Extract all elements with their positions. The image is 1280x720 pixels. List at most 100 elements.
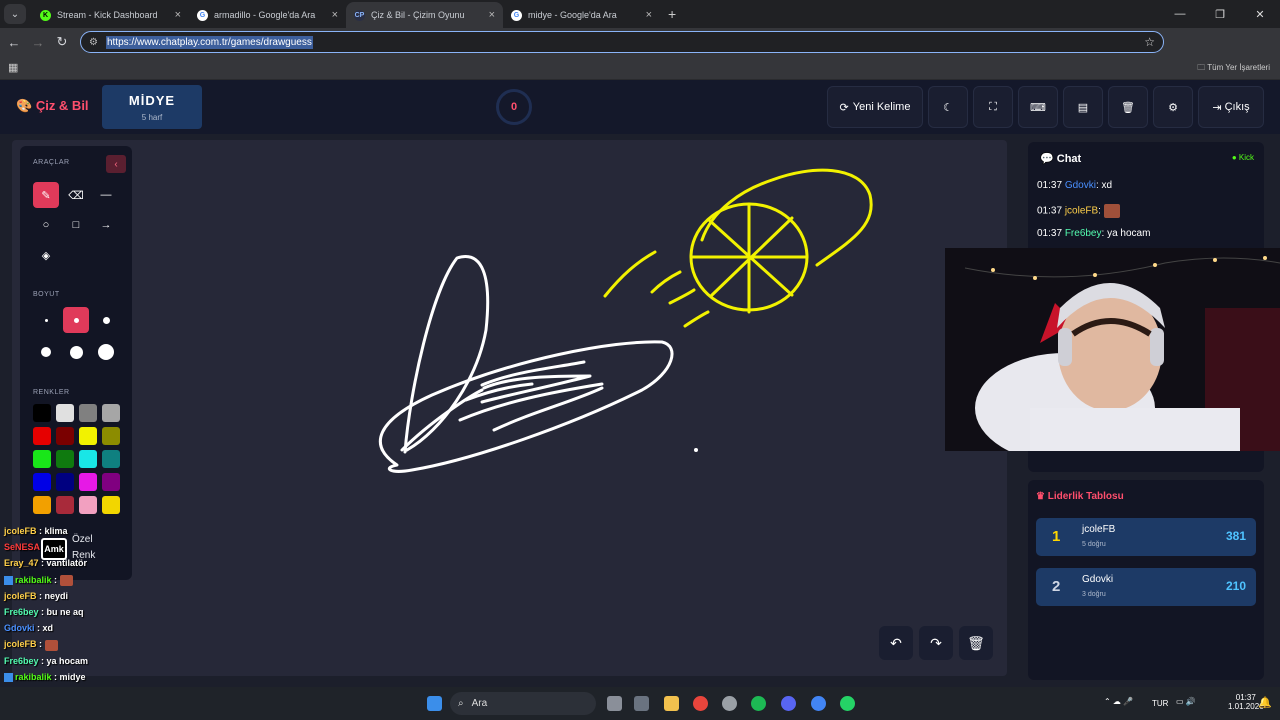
color-swatch[interactable] <box>33 427 51 445</box>
chat-user[interactable]: Fre6bey <box>1065 228 1102 239</box>
size-2-button[interactable] <box>63 307 89 333</box>
overlay-message: jcoleFB : <box>4 639 58 651</box>
color-swatch[interactable] <box>102 450 120 468</box>
new-tab-button[interactable]: + <box>668 6 676 22</box>
color-swatch[interactable] <box>33 450 51 468</box>
tab-armadillo-search[interactable]: G armadillo - Google'da Ara × <box>189 2 346 28</box>
close-window-icon[interactable]: ✕ <box>1240 8 1280 21</box>
back-icon[interactable]: ← <box>2 35 26 50</box>
size-4-button[interactable] <box>33 339 59 365</box>
trash-icon: 🗑 <box>967 634 985 651</box>
color-swatch[interactable] <box>33 404 51 422</box>
reload-icon[interactable]: ↻ <box>50 34 74 50</box>
dark-mode-button[interactable]: ☾ <box>928 86 968 128</box>
task-view-icon[interactable] <box>607 696 622 711</box>
line-tool-button[interactable]: — <box>93 182 119 208</box>
color-swatch[interactable] <box>102 496 120 514</box>
exit-button[interactable]: ⇥ Çıkış <box>1198 86 1264 128</box>
close-tab-icon[interactable]: × <box>175 9 181 21</box>
overlay-text: : xd <box>34 623 54 634</box>
apps-grid-icon[interactable]: ▦ <box>8 61 18 74</box>
overlay-text: : <box>36 639 45 650</box>
obs-icon[interactable] <box>722 696 737 711</box>
omnibox[interactable]: ⚙ https://www.chatplay.com.tr/games/draw… <box>80 31 1164 53</box>
tab-kick-dashboard[interactable]: K Stream - Kick Dashboard × <box>32 2 189 28</box>
chat-text: ya hocam <box>1107 228 1151 239</box>
archive-icon: ▤ <box>1077 101 1089 114</box>
drawing-canvas[interactable] <box>12 140 1007 676</box>
size-1-button[interactable] <box>33 307 59 333</box>
store-icon[interactable] <box>634 696 649 711</box>
fullscreen-button[interactable]: ⛶ <box>973 86 1013 128</box>
tab-ciz-bil[interactable]: CP Çiz & Bil - Çizim Oyunu × <box>346 2 503 28</box>
color-swatch[interactable] <box>102 473 120 491</box>
chat-text: xd <box>1101 180 1113 191</box>
redo-button[interactable]: ↷ <box>919 626 953 660</box>
chat-sep: : <box>1095 180 1099 191</box>
color-swatch[interactable] <box>79 427 97 445</box>
site-info-icon[interactable]: ⚙ <box>89 37 98 48</box>
rectangle-tool-button[interactable]: □ <box>63 212 89 238</box>
keyboard-button[interactable]: ⌨ <box>1018 86 1058 128</box>
archive-button[interactable]: ▤ <box>1063 86 1103 128</box>
color-swatch[interactable] <box>102 427 120 445</box>
chat-user[interactable]: Gdovki <box>1065 180 1096 191</box>
network-volume-icons[interactable]: ▭ 🔊 <box>1176 697 1196 706</box>
tab-midye-search[interactable]: G midye - Google'da Ara × <box>503 2 660 28</box>
notifications-icon[interactable]: 🔔 <box>1258 696 1272 709</box>
spotify-icon[interactable] <box>751 696 766 711</box>
circle-tool-button[interactable]: ○ <box>33 212 59 238</box>
close-tab-icon[interactable]: × <box>332 9 338 21</box>
taskbar-search[interactable]: ⌕ Ara <box>450 692 596 715</box>
whatsapp-icon[interactable] <box>840 696 855 711</box>
chrome-profile-icon[interactable] <box>811 696 826 711</box>
all-bookmarks-link[interactable]: 🗀 Tüm Yer İşaretleri <box>1197 62 1270 76</box>
color-swatch[interactable] <box>56 427 74 445</box>
color-swatch[interactable] <box>33 496 51 514</box>
color-swatch[interactable] <box>33 473 51 491</box>
system-tray-icons[interactable]: ⌃ ☁ 🎤 <box>1104 697 1133 706</box>
chrome-icon[interactable] <box>693 696 708 711</box>
maximize-icon[interactable]: ❐ <box>1200 8 1240 21</box>
arrow-tool-button[interactable]: → <box>93 212 119 238</box>
fill-tool-button[interactable]: ◈ <box>33 242 59 268</box>
undo-button[interactable]: ↶ <box>879 626 913 660</box>
input-language[interactable]: TUR <box>1152 699 1168 708</box>
close-tab-icon[interactable]: × <box>489 9 495 21</box>
settings-button[interactable]: ⚙ <box>1153 86 1193 128</box>
color-swatch[interactable] <box>56 473 74 491</box>
size-5-button[interactable] <box>63 339 89 365</box>
eraser-tool-button[interactable]: ⌫ <box>63 182 89 208</box>
color-swatch[interactable] <box>56 450 74 468</box>
chat-user[interactable]: jcoleFB <box>1065 206 1098 217</box>
tab-search-button[interactable]: ⌄ <box>4 4 26 24</box>
folder-icon: 🗀 <box>1197 63 1208 72</box>
size-3-button[interactable] <box>93 307 119 333</box>
color-swatch[interactable] <box>56 496 74 514</box>
close-tab-icon[interactable]: × <box>646 9 652 21</box>
brush-tool-button[interactable]: ✎ <box>33 182 59 208</box>
color-swatch[interactable] <box>102 404 120 422</box>
color-swatch[interactable] <box>56 404 74 422</box>
minimize-icon[interactable]: — <box>1160 8 1200 20</box>
overlay-message: SeNESA : <box>4 542 45 552</box>
discord-icon[interactable] <box>781 696 796 711</box>
bookmark-star-icon[interactable]: ☆ <box>1144 35 1155 49</box>
color-swatch[interactable] <box>79 450 97 468</box>
windows-start-icon[interactable] <box>427 696 442 711</box>
size-6-button[interactable] <box>93 339 119 365</box>
color-swatch[interactable] <box>79 473 97 491</box>
chat-message: 01:37 Gdovki: xd <box>1037 180 1112 191</box>
color-swatch[interactable] <box>79 404 97 422</box>
url-text[interactable]: https://www.chatplay.com.tr/games/drawgu… <box>105 35 313 49</box>
file-explorer-icon[interactable] <box>664 696 679 711</box>
new-word-button[interactable]: ⟳ Yeni Kelime <box>827 86 923 128</box>
app-logo[interactable]: 🎨 Çiz & Bil <box>16 98 89 114</box>
clear-canvas-button[interactable]: 🗑 <box>959 626 993 660</box>
collapse-panel-button[interactable]: ‹ <box>106 155 126 173</box>
forward-icon[interactable]: → <box>26 35 50 50</box>
overlay-message: jcoleFB : neydi <box>4 591 68 601</box>
overlay-user: rakibalik <box>15 671 52 682</box>
color-swatch[interactable] <box>79 496 97 514</box>
clear-button[interactable]: 🗑 <box>1108 86 1148 128</box>
